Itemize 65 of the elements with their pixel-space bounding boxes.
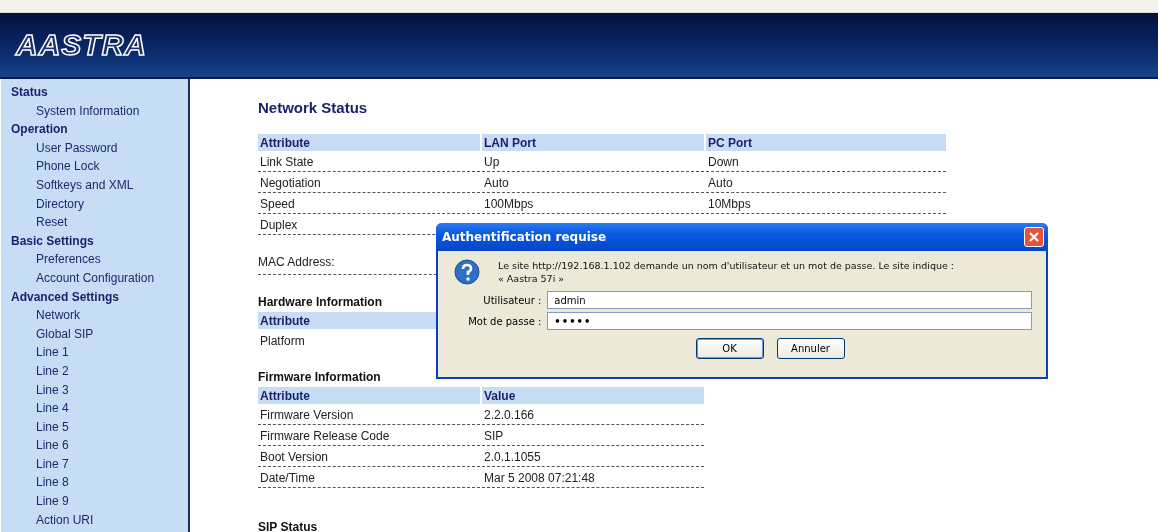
realm-text: « Aastra 57i » <box>498 272 566 285</box>
table-cell: Firmware Release Code <box>260 428 390 443</box>
section-title: Firmware Information <box>258 370 381 384</box>
table-cell: 2.0.1.1055 <box>484 449 541 464</box>
field-label: Utilisateur : <box>482 294 543 306</box>
sidebar-item[interactable]: Preferences <box>11 250 188 269</box>
column-header: Value <box>482 387 704 404</box>
table-cell: Duplex <box>260 217 298 232</box>
table-cell: Link State <box>260 154 314 169</box>
table-cell: Up <box>484 154 500 169</box>
table-cell: Auto <box>484 175 509 190</box>
table-cell: Down <box>708 154 739 169</box>
sidebar-item[interactable]: Line 7 <box>11 454 188 474</box>
column-header: LAN Port <box>482 134 704 151</box>
sidebar-item[interactable]: Line 5 <box>11 417 188 437</box>
sidebar-item[interactable]: Line 2 <box>11 361 188 381</box>
column-header: PC Port <box>706 134 946 151</box>
sidebar-item[interactable]: Phone Lock <box>11 157 188 176</box>
table-cell: Date/Time <box>260 470 315 485</box>
field-label: MAC Address: <box>258 255 335 269</box>
table-cell: Boot Version <box>260 449 329 464</box>
sidebar-item[interactable]: Line 6 <box>11 436 188 455</box>
sidebar-heading[interactable]: Operation <box>11 120 188 139</box>
sidebar-item[interactable]: System Information <box>11 101 188 121</box>
table-cell: 2.2.0.166 <box>484 407 535 422</box>
sidebar-item[interactable]: Reset <box>11 213 188 232</box>
sidebar-heading[interactable]: Advanced Settings <box>11 287 188 307</box>
username-field[interactable]: admin <box>547 291 1032 309</box>
sidebar-item[interactable]: Line 4 <box>11 399 188 418</box>
sidebar-item[interactable]: Line 9 <box>11 492 188 511</box>
logo: AASTRA <box>16 28 147 62</box>
table-cell: Negotiation <box>260 175 321 190</box>
column-header: Attribute <box>258 387 480 404</box>
page-title: Network Status <box>258 99 369 116</box>
sidebar-item[interactable]: Network <box>11 306 188 325</box>
table-cell: Mar 5 2008 07:21:48 <box>484 470 595 485</box>
table-cell: Firmware Version <box>260 407 354 422</box>
sidebar-item[interactable]: Line 3 <box>11 380 188 400</box>
sidebar-item[interactable]: Softkeys and XML <box>11 175 188 195</box>
dialog-message: Le site http://192.168.1.102 demande un nom d'utilisateur et un mot de passe. Le site indique : <box>498 259 955 272</box>
sidebar-item[interactable]: User Password <box>11 138 188 158</box>
dialog-button[interactable]: Annuler <box>776 338 845 359</box>
table-cell: Auto <box>708 175 733 190</box>
close-button[interactable] <box>1024 227 1044 247</box>
sidebar-heading[interactable]: Basic Settings <box>11 231 188 251</box>
dialog-title: Authentification requise <box>442 230 607 244</box>
sidebar-item[interactable]: Global SIP <box>11 324 188 344</box>
column-header: Attribute <box>258 134 480 151</box>
sidebar-item[interactable]: Line 8 <box>11 473 188 493</box>
password-field[interactable]: ••••• <box>547 312 1032 330</box>
table-cell: SIP <box>484 428 504 443</box>
table-cell: Speed <box>260 196 295 211</box>
table-cell: Platform <box>260 334 305 348</box>
sidebar-item[interactable]: Action URI <box>11 510 188 530</box>
sidebar-item[interactable]: Account Configuration <box>11 268 188 288</box>
sidebar-item[interactable]: Directory <box>11 194 188 214</box>
sidebar-heading[interactable]: Status <box>11 83 188 102</box>
close-icon <box>1028 231 1040 243</box>
dialog-button[interactable]: OK <box>695 338 764 359</box>
section-title: SIP Status <box>258 520 318 532</box>
question-icon <box>454 259 480 285</box>
table-cell: 10Mbps <box>708 196 751 211</box>
sidebar-item[interactable]: Line 1 <box>11 343 188 362</box>
section-title: Hardware Information <box>258 295 383 309</box>
table-cell: 100Mbps <box>484 196 534 211</box>
